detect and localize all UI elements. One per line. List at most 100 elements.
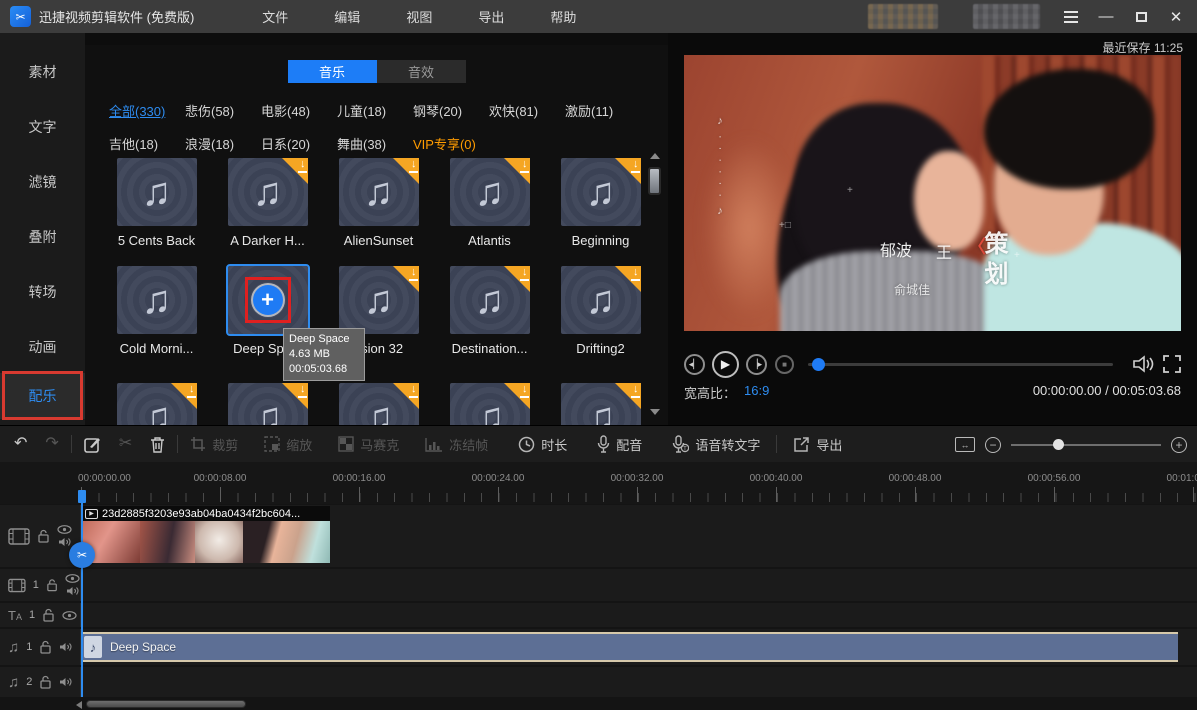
music-tile[interactable]: ♫ ↓	[228, 158, 308, 226]
music-tile[interactable]: ♫ ↓	[117, 383, 197, 425]
scroll-up-icon[interactable]	[650, 153, 660, 159]
music-tile[interactable]: ♫ ↓	[561, 383, 641, 425]
music-item[interactable]: ♫ ↓	[212, 383, 323, 425]
category-guitar[interactable]: 吉他(18)	[109, 134, 185, 153]
undo-button[interactable]: ↶	[14, 436, 27, 452]
visibility-icon[interactable]	[65, 574, 80, 583]
timeline-zoom-slider[interactable]	[1011, 444, 1161, 446]
timeline-ruler[interactable]: 00:00:00.00 00:00:08.00 00:00:16.00 00:0…	[0, 462, 1197, 504]
playhead-marker[interactable]	[78, 490, 86, 503]
music-tile[interactable]: ♫ ↓	[561, 158, 641, 226]
category-vip[interactable]: VIP专享(0)	[413, 134, 489, 153]
music-item[interactable]: ♫ Cold Morni...	[101, 266, 212, 356]
sidebar-item-text[interactable]: 文字	[0, 104, 85, 150]
lock-icon[interactable]	[46, 578, 58, 592]
freeze-frame-button[interactable]: 冻结帧	[425, 435, 488, 454]
category-piano[interactable]: 钢琴(20)	[413, 101, 489, 120]
duration-button[interactable]: 时长	[518, 435, 567, 454]
track-text-1[interactable]	[80, 603, 1197, 627]
split-scissors-button[interactable]: ✂	[119, 436, 132, 452]
track-header-audio-2[interactable]: ♫ 2	[0, 667, 80, 697]
delete-button[interactable]	[150, 436, 165, 453]
scroll-down-icon[interactable]	[650, 409, 660, 415]
edit-clip-button[interactable]	[84, 436, 101, 453]
mute-icon[interactable]	[58, 537, 71, 547]
zoom-in-icon[interactable]: +	[1171, 437, 1187, 453]
music-tile[interactable]: ♫	[117, 158, 197, 226]
category-movie[interactable]: 电影(48)	[261, 101, 337, 120]
menu-help[interactable]: 帮助	[544, 3, 582, 30]
play-button[interactable]: ▶	[712, 351, 739, 378]
music-item[interactable]: ♫ ↓	[323, 383, 434, 425]
mute-icon[interactable]	[66, 586, 79, 596]
category-japanese[interactable]: 日系(20)	[261, 134, 337, 153]
track-video-main[interactable]: ▶ 23d2885f3203e93ab04ba0434f2bc604...	[80, 505, 1197, 567]
fullscreen-icon[interactable]	[1163, 355, 1181, 373]
music-tile[interactable]: ♫ ↓	[450, 158, 530, 226]
crop-button[interactable]: 裁剪	[190, 435, 238, 454]
music-item[interactable]: ♫ ↓	[434, 383, 545, 425]
music-tile[interactable]: ♫ ↓	[450, 266, 530, 334]
maximize-button[interactable]	[1128, 4, 1154, 30]
playhead-split-handle[interactable]: ✂	[69, 542, 95, 568]
music-tile[interactable]: ♫	[117, 266, 197, 334]
timeline-hscrollbar[interactable]	[0, 699, 1197, 710]
video-preview[interactable]: ♪······♪ 郁波 王 俞城佳 〈 策划 + +□ +	[684, 55, 1181, 331]
track-header-text-1[interactable]: TA 1	[0, 603, 80, 627]
mute-icon[interactable]	[59, 677, 72, 687]
category-happy[interactable]: 欢快(81)	[489, 101, 565, 120]
sidebar-item-animation[interactable]: 动画	[0, 324, 85, 370]
category-romantic[interactable]: 浪漫(18)	[185, 134, 261, 153]
tab-music[interactable]: 音乐	[288, 60, 377, 83]
music-item[interactable]: ♫ ↓	[101, 383, 212, 425]
music-item[interactable]: ♫ ↓ Atlantis	[434, 158, 545, 248]
audio-clip-deep-space[interactable]: ♪ Deep Space	[82, 632, 1178, 662]
fit-timeline-icon[interactable]: ↔	[955, 437, 975, 452]
music-scrollbar[interactable]	[648, 153, 662, 415]
stop-button[interactable]: ■	[775, 355, 794, 374]
music-tile[interactable]: ♫ ↓	[339, 383, 419, 425]
music-item[interactable]: ♫ ↓	[545, 383, 656, 425]
prev-frame-button[interactable]: ◂▏	[684, 354, 705, 375]
scrollbar-thumb[interactable]	[648, 167, 661, 195]
music-item[interactable]: ♫ ↓ Drifting2	[545, 266, 656, 356]
category-dance[interactable]: 舞曲(38)	[337, 134, 413, 153]
category-inspire[interactable]: 激励(11)	[565, 101, 641, 120]
seek-bar[interactable]	[808, 363, 1113, 366]
music-tile[interactable]: ♫ ↓	[339, 266, 419, 334]
main-menu-icon[interactable]	[1058, 4, 1084, 30]
category-sad[interactable]: 悲伤(58)	[185, 101, 261, 120]
music-item[interactable]: ♫ ↓ Destination...	[434, 266, 545, 356]
menu-file[interactable]: 文件	[256, 3, 294, 30]
visibility-icon[interactable]	[62, 611, 77, 620]
zoom-slider-handle[interactable]	[1053, 439, 1064, 450]
lock-icon[interactable]	[37, 529, 50, 543]
music-tile[interactable]: ♫ ↓	[228, 383, 308, 425]
minimize-button[interactable]: —	[1093, 4, 1119, 30]
music-tile[interactable]: ♫ ↓	[339, 158, 419, 226]
music-tile[interactable]: ♫ ↓	[450, 383, 530, 425]
menu-edit[interactable]: 编辑	[328, 3, 366, 30]
track-header-video-main[interactable]	[0, 505, 80, 567]
visibility-icon[interactable]	[57, 525, 72, 534]
volume-icon[interactable]	[1133, 355, 1155, 373]
lock-icon[interactable]	[39, 640, 52, 654]
menu-export[interactable]: 导出	[472, 3, 510, 30]
close-button[interactable]: ✕	[1163, 4, 1189, 30]
lock-icon[interactable]	[42, 608, 55, 622]
tab-sound-effect[interactable]: 音效	[377, 60, 466, 83]
music-item[interactable]: ♫ ↓ Beginning	[545, 158, 656, 248]
track-header-video-1[interactable]: 1	[0, 569, 80, 601]
music-tile-deep-space[interactable]: +	[228, 266, 308, 334]
category-all[interactable]: 全部(330)	[109, 101, 185, 120]
seek-handle[interactable]	[812, 358, 825, 371]
music-item[interactable]: ♫ ↓ A Darker H...	[212, 158, 323, 248]
category-children[interactable]: 儿童(18)	[337, 101, 413, 120]
voiceover-button[interactable]: 配音	[597, 435, 642, 454]
redo-button[interactable]: ↷	[45, 436, 58, 452]
aspect-ratio-value[interactable]: 16:9	[744, 383, 769, 402]
menu-view[interactable]: 视图	[400, 3, 438, 30]
sidebar-item-media[interactable]: 素材	[0, 49, 85, 95]
zoom-out-icon[interactable]: −	[985, 437, 1001, 453]
scale-button[interactable]: 缩放	[264, 435, 312, 454]
